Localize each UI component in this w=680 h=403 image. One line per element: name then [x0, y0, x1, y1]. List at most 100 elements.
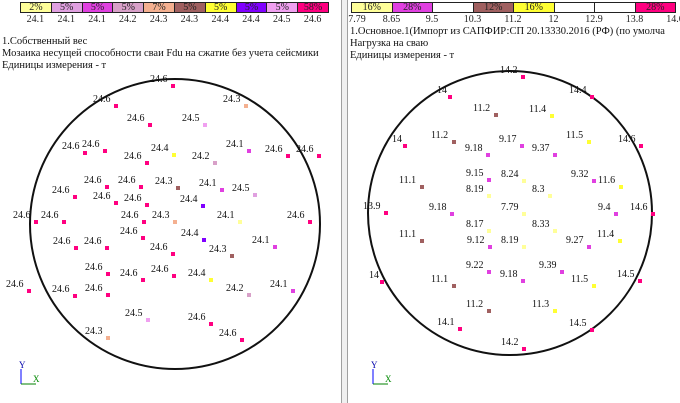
pile-marker[interactable]: [486, 153, 490, 157]
pile-marker[interactable]: [452, 140, 456, 144]
pile-marker[interactable]: [590, 328, 594, 332]
pile-marker[interactable]: [291, 289, 295, 293]
pile-value-label: 14: [437, 85, 447, 96]
pile-marker[interactable]: [553, 309, 557, 313]
pile-marker[interactable]: [62, 220, 66, 224]
pile-marker[interactable]: [172, 153, 176, 157]
pile-marker[interactable]: [450, 212, 454, 216]
pile-marker[interactable]: [286, 154, 290, 158]
pile-marker[interactable]: [253, 193, 257, 197]
pile-marker[interactable]: [521, 279, 525, 283]
pile-marker[interactable]: [520, 144, 524, 148]
pile-marker[interactable]: [487, 309, 491, 313]
pile-marker[interactable]: [213, 161, 217, 165]
pile-marker[interactable]: [522, 212, 526, 216]
pile-marker[interactable]: [619, 185, 623, 189]
pile-marker[interactable]: [403, 144, 407, 148]
pile-marker[interactable]: [384, 211, 388, 215]
left-pile-mosaic[interactable]: 24.6 24.6 24.3 24.6 24.5 24.6 24.6 24.6 24.4 24.2…: [0, 0, 341, 403]
pile-marker[interactable]: [74, 246, 78, 250]
pile-marker[interactable]: [618, 239, 622, 243]
pile-value-label: 24.6: [120, 268, 138, 279]
pile-marker[interactable]: [651, 212, 655, 216]
pile-marker[interactable]: [103, 149, 107, 153]
left-viewport[interactable]: 2% 5% 5% 5% 7% 5% 5% 5% 5% 58% 24.1 24.1 24.1 24.2 24.…: [0, 0, 341, 403]
pile-marker[interactable]: [522, 245, 526, 249]
pile-marker[interactable]: [230, 254, 234, 258]
pile-marker[interactable]: [639, 144, 643, 148]
right-viewport[interactable]: 16% 28% 12% 16% 28% 7.79 8.65 9.5 10.3 11.2 12 12.9…: [348, 0, 680, 403]
pile-marker[interactable]: [522, 347, 526, 351]
pile-marker[interactable]: [172, 274, 176, 278]
pile-marker[interactable]: [209, 278, 213, 282]
pile-marker[interactable]: [244, 104, 248, 108]
pile-marker[interactable]: [308, 220, 312, 224]
pile-marker[interactable]: [458, 327, 462, 331]
pile-marker[interactable]: [27, 289, 31, 293]
pile-marker[interactable]: [452, 284, 456, 288]
pile-marker[interactable]: [145, 161, 149, 165]
pile-marker[interactable]: [522, 179, 526, 183]
pile-value-label: 24.6: [6, 279, 24, 290]
pile-marker[interactable]: [203, 123, 207, 127]
pile-marker[interactable]: [73, 294, 77, 298]
pile-marker[interactable]: [487, 194, 491, 198]
pile-marker[interactable]: [202, 238, 206, 242]
pile-marker[interactable]: [587, 245, 591, 249]
pile-marker[interactable]: [420, 185, 424, 189]
pile-marker[interactable]: [139, 185, 143, 189]
pile-marker[interactable]: [146, 318, 150, 322]
pile-marker[interactable]: [173, 220, 177, 224]
pile-marker[interactable]: [148, 123, 152, 127]
pile-marker[interactable]: [106, 336, 110, 340]
pile-marker[interactable]: [171, 252, 175, 256]
pile-marker[interactable]: [114, 104, 118, 108]
pile-marker[interactable]: [83, 151, 87, 155]
pile-marker[interactable]: [488, 245, 492, 249]
pile-marker[interactable]: [73, 195, 77, 199]
pile-marker[interactable]: [176, 186, 180, 190]
pile-marker[interactable]: [521, 75, 525, 79]
pile-marker[interactable]: [550, 114, 554, 118]
pile-marker[interactable]: [34, 220, 38, 224]
pile-marker[interactable]: [240, 338, 244, 342]
pile-marker[interactable]: [420, 239, 424, 243]
pile-marker[interactable]: [548, 194, 552, 198]
pile-marker[interactable]: [142, 220, 146, 224]
pile-marker[interactable]: [494, 113, 498, 117]
pile-marker[interactable]: [106, 272, 110, 276]
pile-marker[interactable]: [238, 220, 242, 224]
pile-marker[interactable]: [171, 84, 175, 88]
pile-marker[interactable]: [114, 201, 118, 205]
pile-marker[interactable]: [448, 95, 452, 99]
pile-marker[interactable]: [587, 140, 591, 144]
pile-marker[interactable]: [553, 229, 557, 233]
x-axis-label: X: [385, 374, 392, 384]
pile-marker[interactable]: [141, 278, 145, 282]
pile-marker[interactable]: [105, 246, 109, 250]
pile-marker[interactable]: [614, 212, 618, 216]
right-pile-mosaic[interactable]: 14.2 14 14.4 11.2 11.4 11.2 9.17 11.5 14 9.18 9.37…: [348, 0, 680, 403]
pile-marker[interactable]: [592, 284, 596, 288]
pile-marker[interactable]: [106, 293, 110, 297]
pile-marker[interactable]: [201, 204, 205, 208]
pile-marker[interactable]: [487, 229, 491, 233]
pile-marker[interactable]: [317, 154, 321, 158]
pile-marker[interactable]: [560, 270, 564, 274]
pile-marker[interactable]: [553, 153, 557, 157]
pile-marker[interactable]: [592, 179, 596, 183]
pile-marker[interactable]: [590, 95, 594, 99]
pile-marker[interactable]: [145, 203, 149, 207]
panel-splitter[interactable]: [341, 0, 348, 403]
pile-marker[interactable]: [638, 279, 642, 283]
pile-marker[interactable]: [209, 322, 213, 326]
pile-marker[interactable]: [247, 293, 251, 297]
pile-marker[interactable]: [487, 270, 491, 274]
pile-marker[interactable]: [273, 245, 277, 249]
pile-marker[interactable]: [220, 188, 224, 192]
pile-marker[interactable]: [247, 149, 251, 153]
pile-marker[interactable]: [380, 280, 384, 284]
pile-marker[interactable]: [141, 236, 145, 240]
pile-marker[interactable]: [105, 185, 109, 189]
pile-marker[interactable]: [487, 178, 491, 182]
